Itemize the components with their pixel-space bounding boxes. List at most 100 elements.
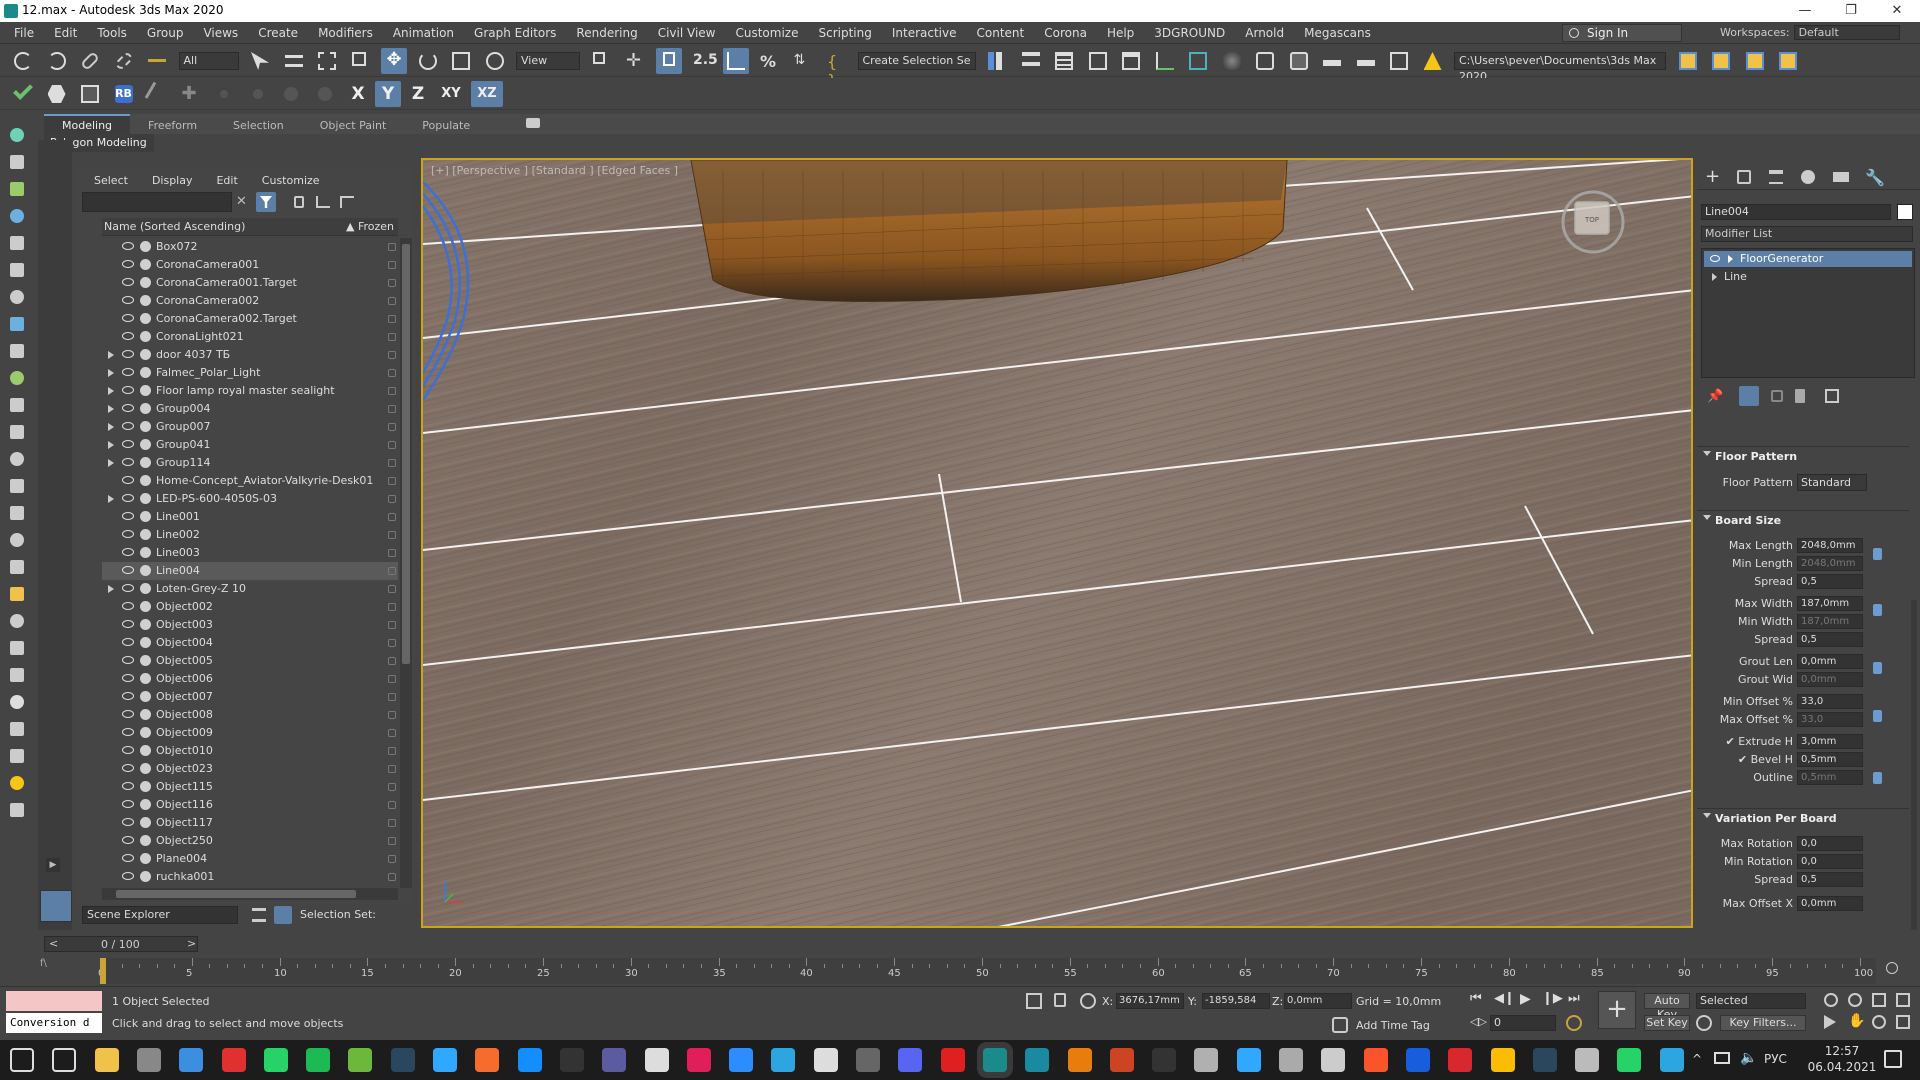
ribbon-tab-freeform[interactable]: Freeform: [130, 116, 215, 136]
rollout-variation-per-board[interactable]: Variation Per Board: [1697, 808, 1909, 828]
frozen-toggle-icon[interactable]: [388, 387, 396, 395]
scene-object-row[interactable]: Object008: [102, 706, 398, 724]
visibility-eye-icon[interactable]: [122, 314, 134, 322]
menu-customize[interactable]: Customize: [725, 22, 808, 44]
calculator-icon[interactable]: [77, 81, 103, 107]
cutter-icon[interactable]: [1194, 1048, 1219, 1072]
redo-icon[interactable]: [44, 48, 70, 74]
visibility-eye-icon[interactable]: [122, 530, 134, 538]
discord-icon[interactable]: [898, 1048, 923, 1072]
ribbon-tab-object-paint[interactable]: Object Paint: [302, 116, 405, 136]
visibility-eye-icon[interactable]: [122, 476, 134, 484]
hexagon-icon[interactable]: [44, 81, 70, 107]
scatter-icon[interactable]: [6, 475, 28, 497]
frozen-toggle-icon[interactable]: [388, 567, 396, 575]
scene-object-row[interactable]: ruchka001: [102, 868, 398, 886]
menu-interactive[interactable]: Interactive: [882, 22, 967, 44]
menu-corona[interactable]: Corona: [1034, 22, 1097, 44]
warning-icon[interactable]: [1420, 48, 1446, 74]
start-icon[interactable]: [10, 1048, 34, 1072]
plug-icon[interactable]: [6, 259, 28, 281]
frozen-toggle-icon[interactable]: [388, 657, 396, 665]
scene-object-row[interactable]: CoronaCamera002.Target: [102, 310, 398, 328]
x-coordinate-field[interactable]: 3676,17mm: [1116, 993, 1184, 1009]
scene-explorer-scrollbar[interactable]: [400, 238, 412, 888]
add-time-tag[interactable]: Add Time Tag: [1356, 1019, 1430, 1032]
maximize-button[interactable]: ❐: [1828, 0, 1874, 22]
ribbon-tab-selection[interactable]: Selection: [215, 116, 302, 136]
sign-in-button[interactable]: Sign In: [1562, 24, 1682, 42]
reference-coordinate-dropdown[interactable]: View: [516, 52, 580, 70]
visibility-eye-icon[interactable]: [122, 404, 134, 412]
menu-edit[interactable]: Edit: [44, 22, 87, 44]
scene-object-row[interactable]: Group041: [102, 436, 398, 454]
project-create-icon[interactable]: [1742, 48, 1768, 74]
search-icon[interactable]: [52, 1048, 77, 1072]
frozen-toggle-icon[interactable]: [388, 747, 396, 755]
render-in-cloud-icon[interactable]: [1353, 48, 1379, 74]
scale-icon[interactable]: [448, 48, 474, 74]
visibility-eye-icon[interactable]: [122, 332, 134, 340]
sphere-icon[interactable]: [6, 313, 28, 335]
scene-object-row[interactable]: CoronaLight021: [102, 328, 398, 346]
box-icon[interactable]: [6, 448, 28, 470]
frozen-toggle-icon[interactable]: [388, 243, 396, 251]
monitor-icon[interactable]: [1321, 1048, 1346, 1072]
parameter-spinner[interactable]: 0,5: [1797, 872, 1863, 887]
expand-arrow-icon[interactable]: [1712, 273, 1717, 281]
visibility-eye-icon[interactable]: [122, 710, 134, 718]
window-crossing-icon[interactable]: [348, 48, 374, 74]
scene-object-row[interactable]: Group114: [102, 454, 398, 472]
toggle-ribbon-icon[interactable]: [1118, 48, 1144, 74]
parameter-spinner[interactable]: 3,0mm: [1797, 734, 1863, 749]
scene-explorer-tab-customize[interactable]: Customize: [250, 172, 332, 190]
tray-chevron-icon[interactable]: ^: [1692, 1052, 1702, 1066]
create-tab-icon[interactable]: +: [1705, 166, 1720, 187]
acrobat-icon[interactable]: [940, 1048, 965, 1072]
hierarchy-collapse-icon[interactable]: [340, 196, 354, 208]
hierarchy-icon[interactable]: [316, 196, 330, 208]
constrain-xy-button[interactable]: XY: [435, 81, 467, 107]
menu-rendering[interactable]: Rendering: [566, 22, 647, 44]
maxscript-listener[interactable]: [6, 991, 102, 1011]
next-frame-icon[interactable]: ❙▶: [1542, 991, 1563, 1006]
frozen-toggle-icon[interactable]: [388, 549, 396, 557]
visibility-eye-icon[interactable]: [122, 512, 134, 520]
previous-frame-icon[interactable]: ◀❙: [1494, 991, 1515, 1006]
toggle-layer-explorer-icon[interactable]: [1085, 48, 1111, 74]
material-editor-icon[interactable]: [1219, 48, 1245, 74]
undo-icon[interactable]: [10, 48, 36, 74]
menu-graph-editors[interactable]: Graph Editors: [464, 22, 566, 44]
visibility-eye-icon[interactable]: [122, 800, 134, 808]
brave-icon[interactable]: [1363, 1048, 1388, 1072]
utorrent-icon[interactable]: [348, 1048, 373, 1072]
maximize-viewport-icon[interactable]: [1896, 1015, 1910, 1029]
rollout-collapse-icon[interactable]: [1703, 515, 1711, 520]
epic-games-icon[interactable]: [559, 1048, 584, 1072]
select-object-icon[interactable]: [247, 48, 273, 74]
filter-icon[interactable]: [256, 192, 276, 212]
rb-icon[interactable]: RB: [111, 81, 137, 107]
workspaces-value[interactable]: Default: [1793, 25, 1900, 40]
frozen-toggle-icon[interactable]: [388, 531, 396, 539]
parameter-spinner[interactable]: 0,5mm: [1797, 770, 1863, 785]
spotify-icon[interactable]: [306, 1048, 331, 1072]
curve-editor-mini-icon[interactable]: f\: [40, 958, 68, 982]
show-end-result-icon[interactable]: [1739, 386, 1759, 406]
obs-icon[interactable]: [644, 1048, 669, 1072]
floor-pattern-dropdown[interactable]: Standard: [1797, 474, 1867, 491]
whatsapp-icon[interactable]: [263, 1048, 288, 1072]
expand-arrow-icon[interactable]: [108, 423, 114, 431]
clock-time[interactable]: 12:57: [1810, 1044, 1874, 1058]
frozen-toggle-icon[interactable]: [388, 459, 396, 467]
dot-icon-1[interactable]: [211, 81, 237, 107]
telegram2-icon[interactable]: [1659, 1048, 1684, 1072]
offset-lock-icon[interactable]: [1873, 710, 1882, 722]
parameter-spinner[interactable]: 0,0: [1797, 836, 1863, 851]
expand-arrow-icon[interactable]: [108, 387, 114, 395]
frozen-toggle-icon[interactable]: [388, 279, 396, 287]
explorer-toggle-icon[interactable]: [40, 890, 72, 922]
modify-tab-icon[interactable]: [1737, 170, 1751, 184]
frozen-toggle-icon[interactable]: [388, 315, 396, 323]
paint-icon[interactable]: [856, 1048, 880, 1072]
